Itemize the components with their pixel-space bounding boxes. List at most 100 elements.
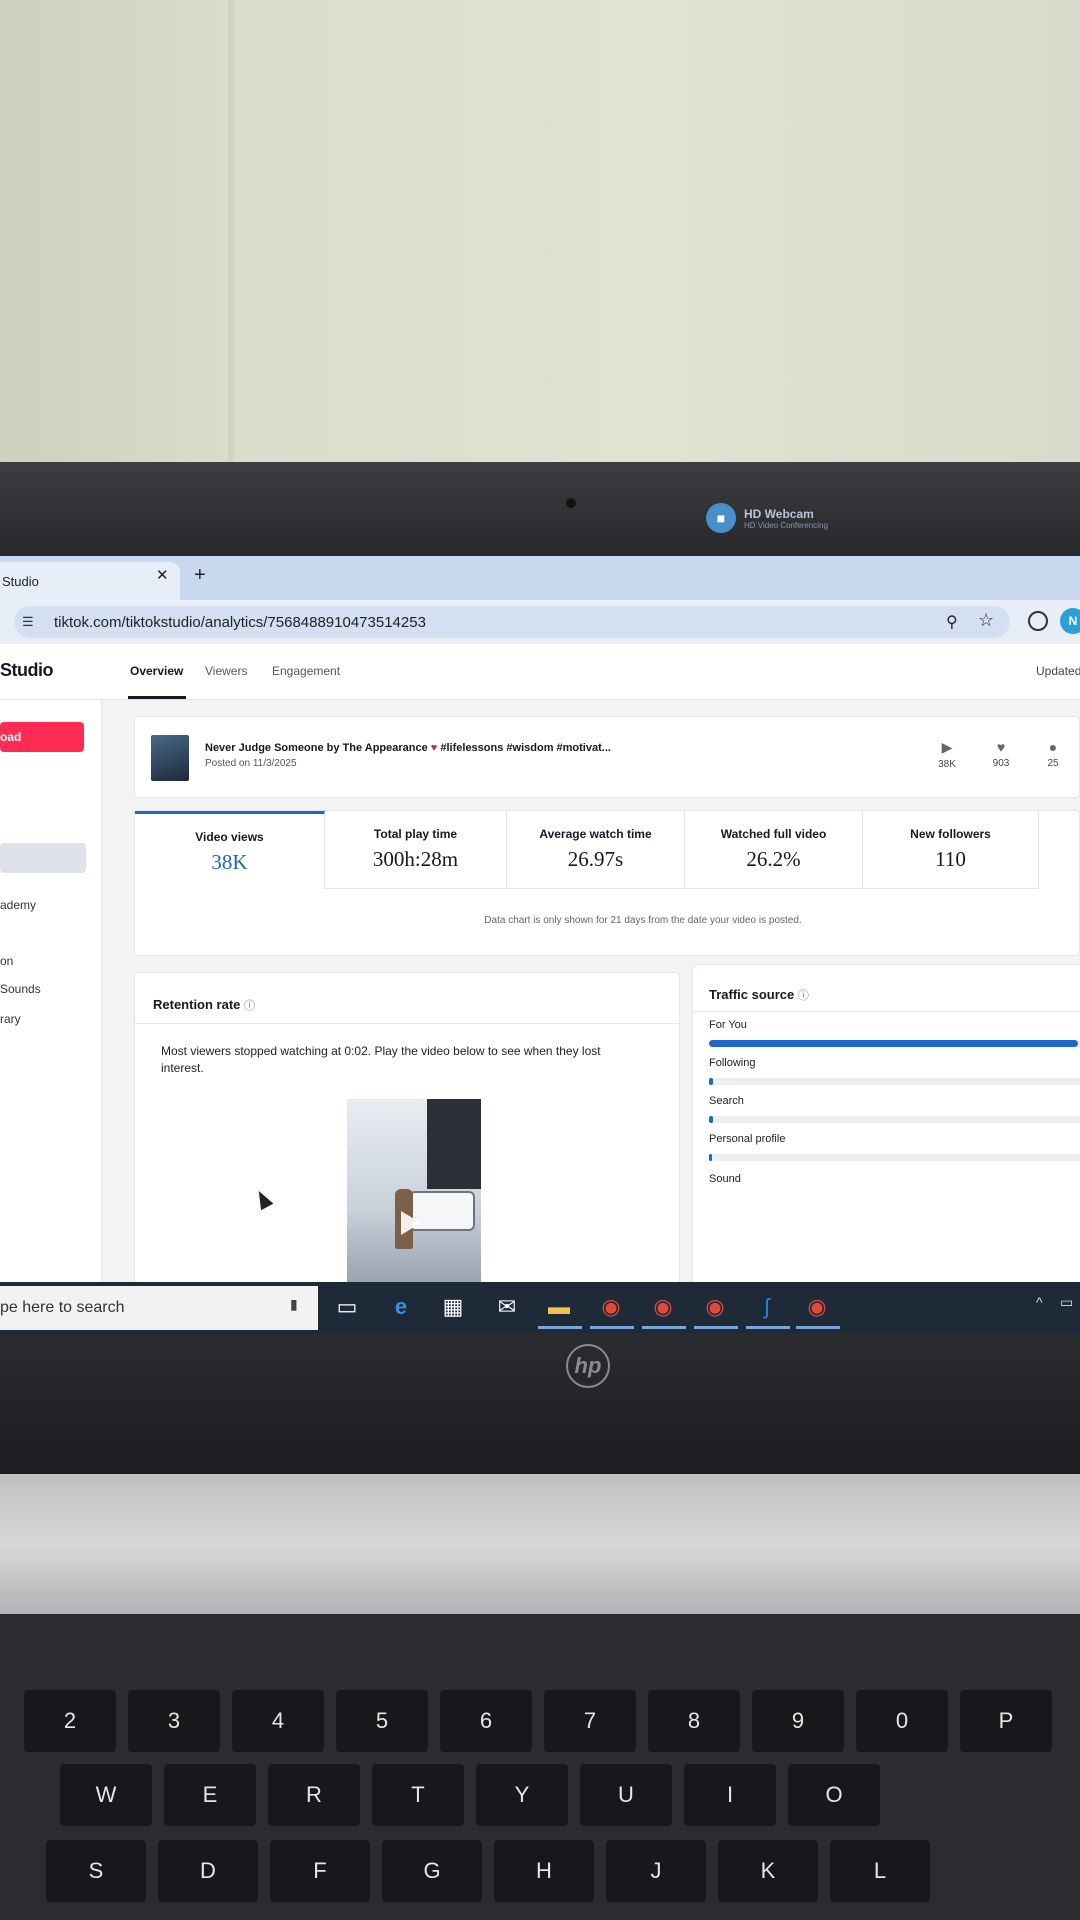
microphone-icon[interactable]: ▮	[290, 1296, 298, 1313]
tab-overview[interactable]: Overview	[130, 664, 183, 678]
keyboard-key[interactable]: 2	[24, 1690, 116, 1752]
keyboard-key[interactable]: 8	[648, 1690, 740, 1752]
keyboard-key[interactable]: 7	[544, 1690, 636, 1752]
traffic-source-label: Sound	[709, 1173, 741, 1185]
file-explorer-icon[interactable]: ▬	[542, 1290, 576, 1324]
url-field[interactable]: tiktok.com/tiktokstudio/analytics/756848…	[14, 606, 1010, 638]
taskbar-search[interactable]: pe here to search	[0, 1286, 318, 1330]
metric-label: Video views	[195, 830, 264, 844]
traffic-source-label: Following	[709, 1057, 756, 1069]
traffic-source-bar-fill	[709, 1078, 713, 1085]
metric-new-followers[interactable]: New followers 110	[863, 811, 1039, 889]
store-icon[interactable]: ▦	[436, 1290, 470, 1324]
traffic-source-row: Personal profile	[709, 1133, 1080, 1161]
traffic-source-row: Sound	[709, 1173, 1080, 1185]
metric-video-views[interactable]: Video views 38K	[135, 811, 325, 889]
likes-count: 903	[992, 758, 1010, 769]
retention-title-text: Retention rate	[153, 997, 241, 1012]
edge-icon[interactable]: e	[384, 1290, 418, 1324]
keyboard-key[interactable]: 9	[752, 1690, 844, 1752]
metric-average-watch-time[interactable]: Average watch time 26.97s	[507, 811, 685, 889]
tab-viewers[interactable]: Viewers	[205, 664, 247, 678]
metric-value: 300h:28m	[372, 847, 459, 871]
traffic-source-label: Search	[709, 1095, 744, 1107]
showroom-window	[427, 1099, 481, 1189]
zoom-icon[interactable]: ⚲	[946, 612, 958, 632]
keyboard-key[interactable]: H	[494, 1840, 594, 1902]
keyboard-key[interactable]: 3	[128, 1690, 220, 1752]
keyboard-key[interactable]: T	[372, 1764, 464, 1826]
app-s-icon[interactable]: ʃ	[750, 1290, 784, 1324]
keyboard-key[interactable]: J	[606, 1840, 706, 1902]
keyboard-key[interactable]: F	[270, 1840, 370, 1902]
info-icon[interactable]: ⓘ	[244, 1000, 255, 1012]
keyboard-key[interactable]: O	[788, 1764, 880, 1826]
chrome-icon[interactable]: ◉	[800, 1290, 834, 1324]
sidebar-item-inspiration[interactable]: on	[0, 954, 13, 968]
top-navigation: Studio Overview Viewers Engagement Updat…	[0, 644, 1080, 700]
running-indicator	[796, 1326, 840, 1329]
play-button-icon[interactable]	[401, 1211, 421, 1235]
mail-icon[interactable]: ✉	[490, 1290, 524, 1324]
keyboard-key[interactable]: 0	[856, 1690, 948, 1752]
divider	[693, 1011, 1080, 1012]
browser-tab[interactable]: Studio	[0, 562, 180, 600]
traffic-source-row: Search	[709, 1095, 1080, 1123]
close-tab-icon[interactable]: ✕	[156, 566, 169, 584]
keyboard-key[interactable]: I	[684, 1764, 776, 1826]
sidebar-item-analytics[interactable]	[0, 843, 86, 873]
keyboard-key[interactable]: 6	[440, 1690, 532, 1752]
active-tab-indicator	[128, 696, 186, 699]
likes-stat: ♥ 903	[981, 739, 1021, 769]
keyboard-key[interactable]: R	[268, 1764, 360, 1826]
webcam-title: HD Webcam	[744, 506, 814, 521]
task-view-icon[interactable]: ▭	[330, 1290, 364, 1324]
keyboard-key[interactable]: Y	[476, 1764, 568, 1826]
camera-icon: ■	[706, 503, 736, 533]
traffic-source-label: Personal profile	[709, 1133, 786, 1145]
chevron-up-icon[interactable]: ^	[1036, 1294, 1043, 1310]
traffic-source-bar	[709, 1116, 1080, 1123]
keyboard-key[interactable]: 5	[336, 1690, 428, 1752]
video-player[interactable]	[347, 1099, 481, 1292]
sidebar-item-academy[interactable]: ademy	[0, 898, 36, 912]
keyboard-key[interactable]: G	[382, 1840, 482, 1902]
account-avatar[interactable]: N	[1060, 608, 1080, 634]
keyboard-key[interactable]: S	[46, 1840, 146, 1902]
sidebar-item-library[interactable]: rary	[0, 1012, 21, 1026]
site-settings-icon[interactable]: ☰	[22, 614, 34, 630]
divider	[135, 1023, 679, 1024]
comment-icon: ●	[1048, 739, 1058, 755]
metric-total-play-time[interactable]: Total play time 300h:28m	[325, 811, 507, 889]
new-tab-icon[interactable]: +	[194, 564, 206, 587]
tab-engagement[interactable]: Engagement	[272, 664, 340, 678]
bookmark-star-icon[interactable]: ☆	[978, 610, 994, 631]
chrome-icon[interactable]: ◉	[698, 1290, 732, 1324]
traffic-source-row: Following	[709, 1057, 1080, 1085]
chrome-icon[interactable]: ◉	[646, 1290, 680, 1324]
battery-icon[interactable]: ▭	[1060, 1294, 1073, 1311]
profile-icon[interactable]	[1028, 611, 1048, 631]
keyboard-key[interactable]: 4	[232, 1690, 324, 1752]
chrome-icon[interactable]: ◉	[594, 1290, 628, 1324]
running-indicator	[694, 1326, 738, 1329]
keyboard-key[interactable]: U	[580, 1764, 672, 1826]
keyboard-key[interactable]: L	[830, 1840, 930, 1902]
keyboard-key[interactable]: D	[158, 1840, 258, 1902]
studio-logo[interactable]: Studio	[0, 660, 54, 681]
sidebar-item-sounds[interactable]: Sounds	[0, 982, 41, 996]
info-icon[interactable]: ⓘ	[798, 990, 809, 1002]
metric-watched-full-video[interactable]: Watched full video 26.2%	[685, 811, 863, 889]
upload-button[interactable]: oad	[0, 722, 84, 752]
video-thumbnail[interactable]	[151, 735, 189, 781]
traffic-source-bar-fill	[709, 1116, 713, 1123]
keyboard-key[interactable]: W	[60, 1764, 152, 1826]
keyboard-key[interactable]: P	[960, 1690, 1052, 1752]
hp-logo: hp	[566, 1344, 610, 1388]
traffic-source-card: Traffic source ⓘ For You Following Search P…	[692, 964, 1080, 1292]
search-placeholder: pe here to search	[0, 1299, 125, 1316]
keyboard-key[interactable]: K	[718, 1840, 818, 1902]
keyboard-key[interactable]: E	[164, 1764, 256, 1826]
webcam-lens	[564, 496, 578, 510]
traffic-source-bar	[709, 1078, 1080, 1085]
